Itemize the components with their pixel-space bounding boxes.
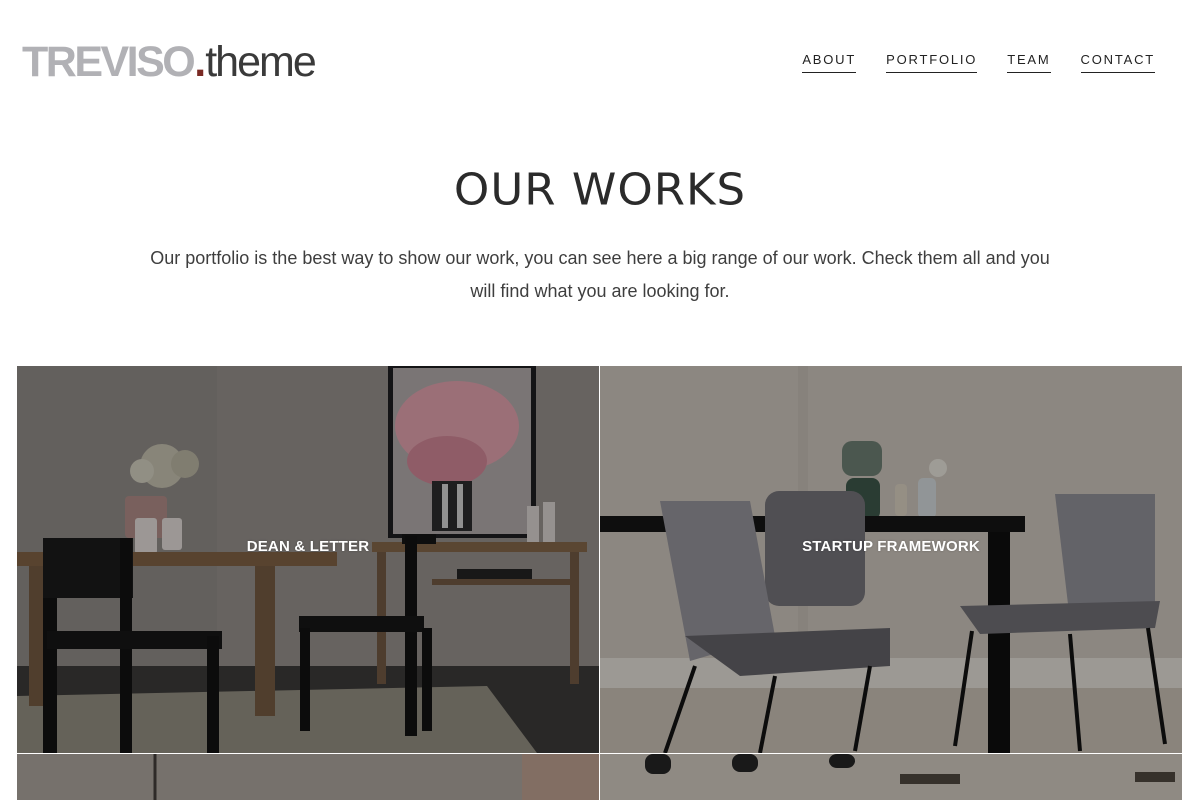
portfolio-item-startup-framework[interactable]: STARTUP FRAMEWORK: [600, 366, 1182, 753]
section-description: Our portfolio is the best way to show ou…: [150, 248, 1050, 301]
nav-item-portfolio[interactable]: PORTFOLIO: [886, 52, 978, 73]
portfolio-item-title: STARTUP FRAMEWORK: [802, 538, 980, 555]
site-logo[interactable]: TREVISO. theme: [22, 38, 317, 88]
nav-item-about[interactable]: ABOUT: [802, 52, 857, 73]
portfolio-image-3: [17, 754, 599, 800]
main-nav: ABOUT PORTFOLIO TEAM CONTACT: [802, 52, 1155, 73]
portfolio-item-dean-letter[interactable]: DEAN & LETTER: [17, 366, 599, 753]
nav-item-contact[interactable]: CONTACT: [1080, 52, 1155, 73]
section-title: OUR WORKS: [453, 163, 747, 216]
logo-suffix: theme: [205, 38, 317, 86]
logo-brand: TREVISO: [22, 38, 196, 86]
portfolio-item-3[interactable]: [17, 754, 599, 800]
portfolio-item-4[interactable]: [600, 754, 1182, 800]
nav-item-team[interactable]: TEAM: [1007, 52, 1051, 73]
portfolio-image-startup-framework: [600, 366, 1182, 753]
portfolio-item-title: DEAN & LETTER: [246, 538, 370, 555]
portfolio-image-dean-letter: [17, 366, 599, 753]
portfolio-image-4: [600, 754, 1182, 800]
